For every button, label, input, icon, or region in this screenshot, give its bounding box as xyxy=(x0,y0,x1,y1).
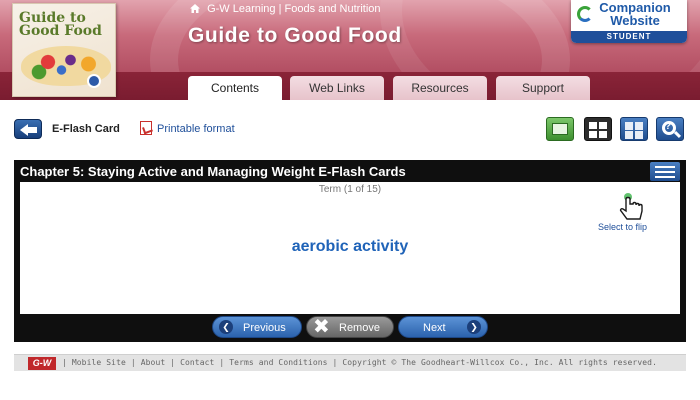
site-footer: G-W | Mobile Site | About | Contact | Te… xyxy=(14,354,686,371)
breadcrumb-text[interactable]: G-W Learning | Foods and Nutrition xyxy=(207,3,380,15)
footer-copyright: Copyright © The Goodheart-Willcox Co., I… xyxy=(342,358,657,367)
page-label: E-Flash Card xyxy=(52,123,120,135)
flashcard[interactable]: Term (1 of 15) aerobic activity Select t… xyxy=(20,182,680,314)
matching-game-button[interactable] xyxy=(620,117,648,141)
companion-audience-label: STUDENT xyxy=(571,31,687,43)
site-header: Guide to Good Food G-W Learning | Foods … xyxy=(0,0,700,100)
term-counter: Term (1 of 15) xyxy=(318,184,382,195)
companion-title: Companion Website xyxy=(599,0,671,28)
site-title: Guide to Good Food xyxy=(188,24,402,47)
tab-contents[interactable]: Contents xyxy=(188,76,282,100)
remove-button[interactable]: ✖ Remove xyxy=(306,316,394,338)
printable-format-link[interactable]: Printable format xyxy=(157,123,235,135)
flashcard-panel: Chapter 5: Staying Active and Managing W… xyxy=(14,160,686,342)
book-cover-image[interactable]: Guide to Good Food xyxy=(12,3,116,97)
menu-icon[interactable] xyxy=(650,162,680,181)
search-button[interactable]: ? xyxy=(656,117,684,141)
footer-link-contact[interactable]: Contact xyxy=(180,358,214,367)
next-button[interactable]: Next ❯ xyxy=(398,316,488,338)
close-icon: ✖ xyxy=(313,316,330,338)
tab-resources[interactable]: Resources xyxy=(393,76,487,100)
companion-website-badge[interactable]: Companion Website STUDENT xyxy=(571,0,687,43)
gw-logo[interactable]: G-W xyxy=(28,357,56,370)
book-cover-title: Guide to Good Food xyxy=(19,10,102,39)
tab-support[interactable]: Support xyxy=(496,76,590,100)
flashcard-title: Chapter 5: Staying Active and Managing W… xyxy=(20,164,406,179)
breadcrumb: G-W Learning | Foods and Nutrition xyxy=(190,3,381,15)
page: Guide to Good Food G-W Learning | Foods … xyxy=(0,0,700,400)
flashcard-term[interactable]: aerobic activity xyxy=(20,238,680,256)
pointing-hand-icon[interactable] xyxy=(616,193,646,221)
flashcard-icon xyxy=(552,123,568,135)
footer-link-terms[interactable]: Terms and Conditions xyxy=(229,358,327,367)
puzzle-icon xyxy=(625,122,633,130)
book-badge-icon xyxy=(87,74,101,88)
flip-hint[interactable]: Select to flip xyxy=(598,222,647,232)
pdf-icon[interactable] xyxy=(140,121,152,135)
footer-link-about[interactable]: About xyxy=(141,358,166,367)
previous-button[interactable]: ❮ Previous xyxy=(212,316,302,338)
footer-link-mobile-site[interactable]: Mobile Site xyxy=(72,358,126,367)
tab-web-links[interactable]: Web Links xyxy=(290,76,384,100)
flashcard-view-button[interactable] xyxy=(546,117,574,141)
chevron-right-icon: ❯ xyxy=(467,320,481,334)
home-icon[interactable] xyxy=(190,4,200,13)
back-button[interactable] xyxy=(14,119,42,139)
chevron-left-icon: ❮ xyxy=(219,320,233,334)
crossword-button[interactable] xyxy=(584,117,612,141)
footer-links: | Mobile Site | About | Contact | Terms … xyxy=(62,358,657,367)
